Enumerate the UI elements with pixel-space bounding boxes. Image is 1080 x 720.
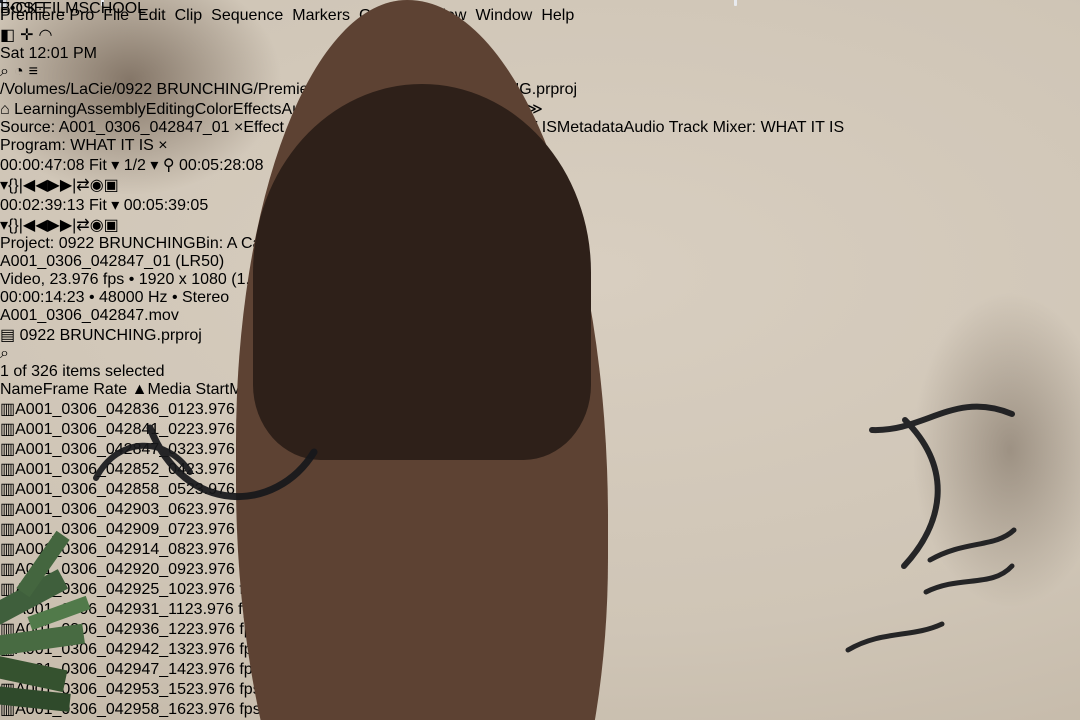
- desk-photo-scene: BOSE Premiere Pro File Edit Clip Sequence Mar…: [0, 0, 1080, 720]
- clip-icon: ▥: [0, 501, 16, 518]
- source-monitor-panel: 00:00:47:08 Fit ▾ 1/2 ▾ ⚲ 00:05:28:08 ▾{…: [0, 0, 844, 720]
- clip-name: A001_0306_042841_02: [15, 421, 186, 438]
- transport-button[interactable]: ◉: [90, 217, 104, 234]
- program-timecode[interactable]: 00:02:39:13: [0, 197, 85, 214]
- transport-button[interactable]: ▣: [104, 217, 119, 234]
- clip-icon: ▥: [0, 561, 16, 578]
- transport-button[interactable]: ◀: [35, 177, 47, 194]
- workspace-tab-learning[interactable]: Learning: [14, 101, 76, 118]
- menu-help[interactable]: Help: [541, 7, 574, 25]
- menu-clip[interactable]: Clip: [175, 7, 203, 25]
- status-icon[interactable]: ◔: [14, 63, 24, 81]
- clip-icon: ▥: [0, 521, 16, 538]
- clip-name: A001_0306_042852_04: [15, 461, 186, 478]
- status-icon[interactable]: ◠: [39, 25, 53, 45]
- transport-button[interactable]: ▣: [104, 177, 119, 194]
- transport-button[interactable]: |◀: [19, 217, 35, 234]
- transport-button[interactable]: ▶|: [60, 217, 76, 234]
- transport-button[interactable]: ◀: [35, 217, 47, 234]
- tab-metadata[interactable]: Metadata: [557, 119, 624, 137]
- status-icon[interactable]: ⌕: [0, 63, 9, 81]
- transport-button[interactable]: |◀: [19, 177, 35, 194]
- clip-icon: ▥: [0, 541, 16, 558]
- clip-icon: ▥: [0, 421, 16, 438]
- wall-shadow-right: [880, 240, 1080, 660]
- tab-program-monitor[interactable]: Program: WHAT IT IS ×: [0, 137, 168, 154]
- column-header-name[interactable]: Name: [0, 381, 43, 398]
- program-duration: 00:05:39:05: [123, 197, 209, 214]
- clip-icon: ▥: [0, 481, 16, 498]
- clip-icon: ▥: [0, 461, 16, 478]
- clip-name: A001_0306_042909_07: [15, 521, 186, 538]
- clip-icon: ▥: [0, 441, 16, 458]
- transport-button[interactable]: ◉: [90, 177, 104, 194]
- menu-markers[interactable]: Markers: [292, 7, 350, 25]
- transport-button[interactable]: ⇄: [76, 217, 89, 234]
- workspace-tab-color[interactable]: Color: [195, 101, 233, 118]
- status-icon[interactable]: ◧: [0, 25, 15, 45]
- clip-icon: ▥: [0, 401, 16, 418]
- source-scale-dropdown[interactable]: 1/2 ▾: [124, 157, 159, 174]
- transport-button[interactable]: ⇄: [76, 177, 89, 194]
- wrench-icon[interactable]: ⚲: [163, 157, 175, 174]
- transport-button[interactable]: ▶: [48, 177, 60, 194]
- home-icon[interactable]: ⌂: [0, 101, 10, 118]
- status-icon[interactable]: ≡: [29, 63, 38, 81]
- status-icon[interactable]: ✛: [20, 25, 33, 45]
- clip-name: A001_0306_042847_03: [15, 441, 186, 458]
- imac-display: Premiere ProFileEditClipSequenceMarkersG…: [0, 0, 844, 720]
- menu-window[interactable]: Window: [475, 7, 532, 25]
- source-fit-dropdown[interactable]: Fit ▾: [89, 157, 119, 174]
- tab-source-a001-0306-042847-01[interactable]: Source: A001_0306_042847_01 ×: [0, 119, 243, 137]
- menu-bar-clock: Sat 12:01 PM: [0, 45, 97, 62]
- clip-name: A001_0306_042858_05: [15, 481, 186, 498]
- clip-name: A001_0306_042903_06: [15, 501, 186, 518]
- clip-fps: 23.976 fps: [185, 681, 261, 698]
- workspace-tab-assembly[interactable]: Assembly: [76, 101, 145, 118]
- mug-print-text: F•CK FILMSCHOOL: [0, 0, 147, 17]
- clip-name: A001_0306_042836_01: [15, 401, 186, 418]
- source-timecode[interactable]: 00:00:47:08: [0, 157, 85, 174]
- clip-fps: 23.976 fps: [185, 701, 261, 718]
- tab-audio-track-mixer-what-it-is[interactable]: Audio Track Mixer: WHAT IT IS: [624, 119, 845, 137]
- transport-button[interactable]: ▶|: [60, 177, 76, 194]
- project-tab-project-0922-brunching[interactable]: Project: 0922 BRUNCHING: [0, 235, 196, 252]
- transport-button[interactable]: ▾: [0, 217, 8, 234]
- program-fit-dropdown[interactable]: Fit ▾: [89, 197, 119, 214]
- transport-button[interactable]: ▶: [48, 217, 60, 234]
- source-duration: 00:05:28:08: [179, 157, 264, 174]
- column-header-frame-rate[interactable]: Frame Rate ▲: [43, 381, 148, 398]
- close-tab-icon[interactable]: ×: [158, 137, 167, 154]
- column-header-media-start[interactable]: Media Start: [147, 381, 229, 398]
- transport-button[interactable]: ▾: [0, 177, 8, 194]
- menu-sequence[interactable]: Sequence: [211, 7, 283, 25]
- workspace-tab-editing[interactable]: Editing: [146, 101, 195, 118]
- workspace-tab-effects[interactable]: Effects: [233, 101, 282, 118]
